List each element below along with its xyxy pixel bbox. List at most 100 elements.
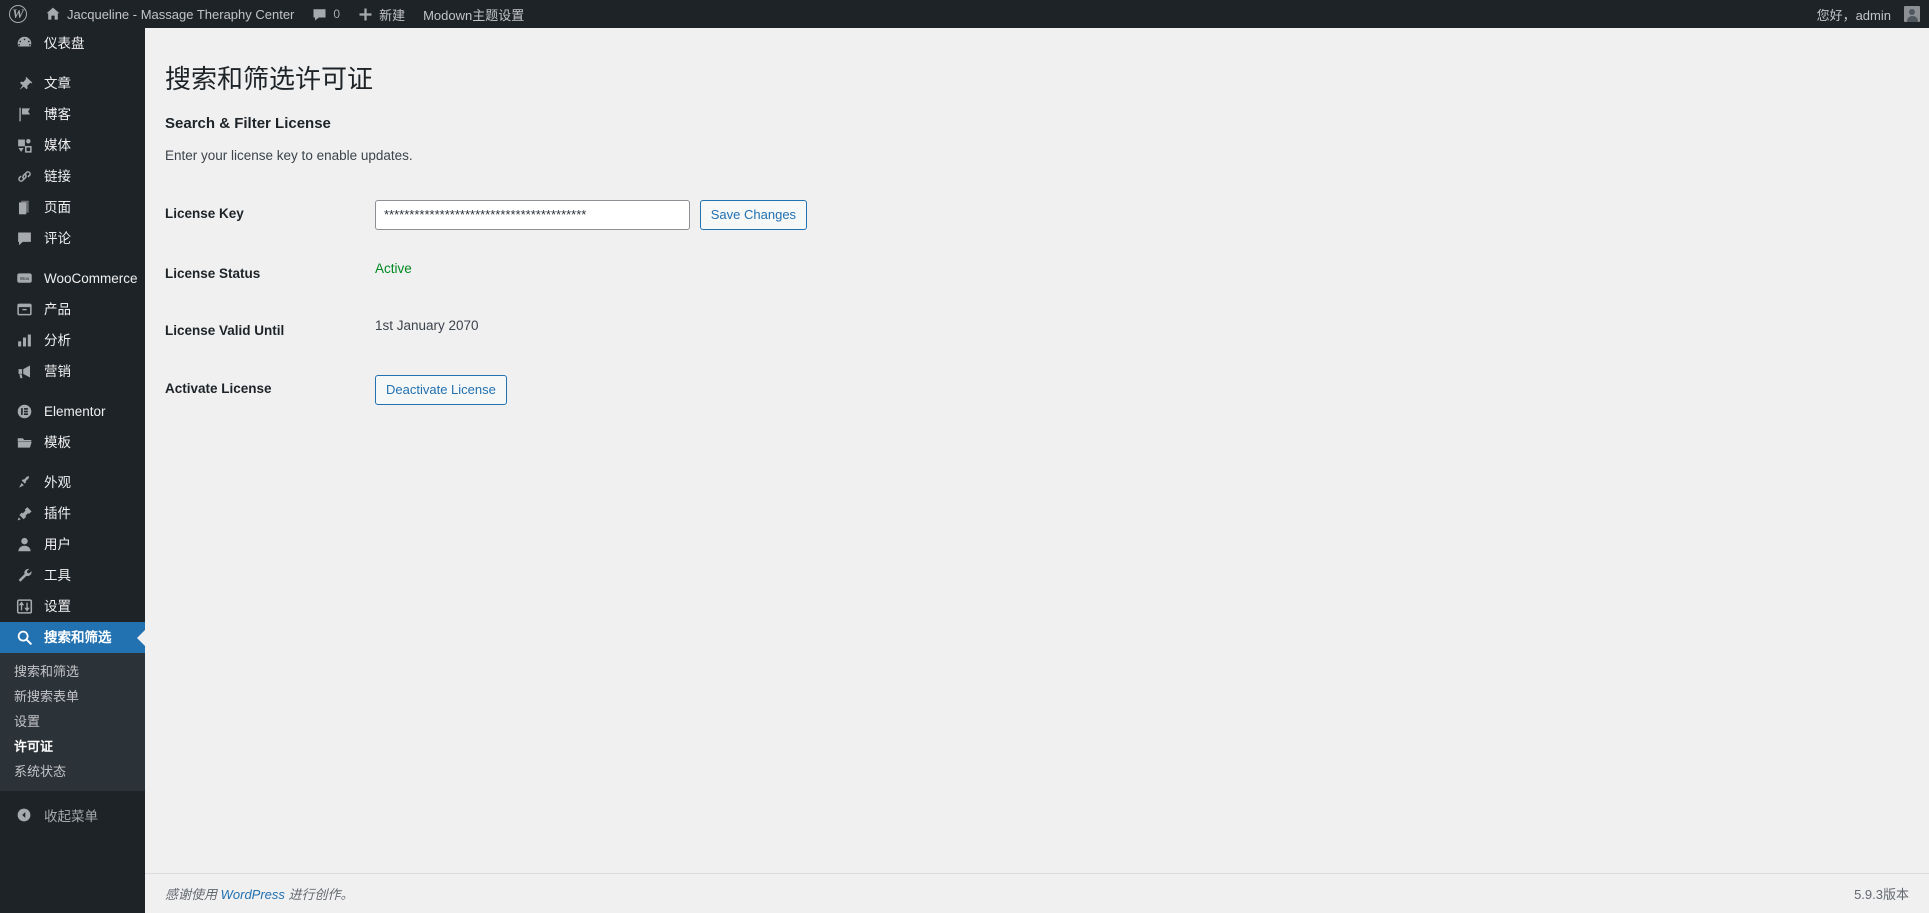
- comments-menu[interactable]: 0: [303, 0, 349, 28]
- my-account-menu[interactable]: 您好，admin: [1808, 0, 1929, 28]
- elementor-icon: [14, 403, 34, 420]
- sidebar-item-plugins[interactable]: 插件: [0, 498, 145, 529]
- search-and-filter-submenu: 搜索和筛选 新搜索表单 设置 许可证 系统状态: [0, 653, 145, 792]
- sidebar-item-label: 文章: [44, 75, 71, 91]
- table-row-license-key: License Key Save Changes: [165, 185, 1365, 245]
- sidebar-item-label: 工具: [44, 567, 71, 583]
- comments-count: 0: [333, 7, 341, 21]
- analytics-icon: [14, 332, 34, 349]
- submenu-item-settings[interactable]: 设置: [0, 710, 145, 735]
- sidebar-item-settings[interactable]: 设置: [0, 591, 145, 622]
- admin-sidebar: 仪表盘 文章 博客 媒体 链接 页面 评论 Woo WooCommerce 产品…: [0, 28, 145, 913]
- collapse-menu-label: 收起菜单: [44, 808, 98, 824]
- menu-separator: [0, 387, 145, 396]
- dashboard-icon: [14, 35, 34, 52]
- users-icon: [14, 536, 34, 553]
- sidebar-item-posts[interactable]: 文章: [0, 68, 145, 99]
- site-name-label: Jacqueline - Massage Theraphy Center: [67, 6, 295, 22]
- sidebar-item-marketing[interactable]: 营销: [0, 356, 145, 387]
- new-content-label: 新建: [379, 7, 406, 23]
- sidebar-item-label: 搜索和筛选: [44, 629, 112, 645]
- sidebar-item-users[interactable]: 用户: [0, 529, 145, 560]
- submenu-item-system-status[interactable]: 系统状态: [0, 760, 145, 785]
- sidebar-item-links[interactable]: 链接: [0, 161, 145, 192]
- svg-text:Woo: Woo: [19, 276, 29, 281]
- sidebar-item-label: WooCommerce: [44, 270, 138, 286]
- site-name-menu[interactable]: Jacqueline - Massage Theraphy Center: [36, 0, 303, 28]
- submenu-item-license[interactable]: 许可证: [0, 735, 145, 760]
- sidebar-item-comments[interactable]: 评论: [0, 223, 145, 254]
- footer-thanks-suffix: 进行创作。: [284, 887, 354, 902]
- sidebar-item-label: 产品: [44, 301, 71, 317]
- sidebar-item-woocommerce[interactable]: Woo WooCommerce: [0, 263, 145, 294]
- sidebar-item-search-and-filter[interactable]: 搜索和筛选: [0, 622, 145, 653]
- footer-thanks-prefix: 感谢使用: [165, 887, 221, 902]
- sidebar-item-label: 页面: [44, 199, 71, 215]
- avatar: [1904, 6, 1920, 22]
- sidebar-item-dashboard[interactable]: 仪表盘: [0, 28, 145, 59]
- sidebar-item-label: 模板: [44, 434, 71, 450]
- wp-logo-menu[interactable]: W: [0, 0, 36, 28]
- sidebar-item-products[interactable]: 产品: [0, 294, 145, 325]
- sidebar-item-label: 用户: [44, 536, 71, 552]
- pin-icon: [14, 75, 34, 92]
- deactivate-license-button[interactable]: Deactivate License: [375, 374, 507, 405]
- modown-theme-settings-label: Modown主题设置: [423, 7, 525, 23]
- modown-theme-settings-menu[interactable]: Modown主题设置: [414, 0, 533, 28]
- sidebar-item-media[interactable]: 媒体: [0, 130, 145, 161]
- footer-version: 5.9.3版本: [1854, 887, 1909, 902]
- page-title: 搜索和筛选许可证: [165, 64, 374, 94]
- table-row-license-valid-until: License Valid Until 1st January 2070: [165, 302, 1365, 360]
- license-valid-until-cell: 1st January 2070: [365, 302, 1365, 360]
- license-status-label: License Status: [165, 265, 261, 281]
- license-key-input[interactable]: [375, 199, 690, 230]
- wordpress-logo-icon: W: [9, 5, 27, 23]
- menu-separator: [0, 59, 145, 68]
- license-form-table: License Key Save Changes License Status …: [165, 185, 1365, 420]
- plus-icon: [358, 7, 373, 22]
- sidebar-item-label: 插件: [44, 505, 71, 521]
- sidebar-item-appearance[interactable]: 外观: [0, 467, 145, 498]
- submenu-list: 搜索和筛选 新搜索表单 设置 许可证 系统状态: [0, 653, 145, 792]
- license-status-cell: Active: [365, 245, 1365, 303]
- sidebar-item-blog[interactable]: 博客: [0, 99, 145, 130]
- sidebar-item-label: 链接: [44, 168, 71, 184]
- tools-icon: [14, 567, 34, 584]
- sidebar-item-tools[interactable]: 工具: [0, 560, 145, 591]
- submenu-item-search-and-filter[interactable]: 搜索和筛选: [0, 660, 145, 685]
- product-icon: [14, 301, 34, 318]
- sidebar-item-label: Elementor: [44, 403, 106, 419]
- sidebar-item-label: 媒体: [44, 137, 71, 153]
- sidebar-item-label: 设置: [44, 598, 71, 614]
- admin-menu-list: 仪表盘 文章 博客 媒体 链接 页面 评论 Woo WooCommerce 产品…: [0, 28, 145, 830]
- media-icon: [14, 137, 34, 154]
- sidebar-item-label: 外观: [44, 474, 71, 490]
- sidebar-item-label: 仪表盘: [44, 35, 85, 51]
- content-area: 搜索和筛选许可证 Search & Filter License Enter y…: [145, 28, 1929, 913]
- search-icon: [14, 629, 34, 646]
- menu-separator: [0, 254, 145, 263]
- home-icon: [45, 6, 61, 22]
- wordpress-link[interactable]: WordPress: [221, 887, 285, 902]
- activate-license-label: Activate License: [165, 380, 272, 396]
- marketing-icon: [14, 363, 34, 380]
- page-icon: [14, 199, 34, 216]
- footer-thanks: 感谢使用 WordPress 进行创作。: [165, 884, 354, 903]
- new-content-menu[interactable]: 新建: [349, 0, 414, 28]
- save-changes-button[interactable]: Save Changes: [699, 199, 808, 230]
- collapse-menu-button[interactable]: 收起菜单: [0, 799, 145, 830]
- sidebar-item-analytics[interactable]: 分析: [0, 325, 145, 356]
- folder-icon: [14, 434, 34, 451]
- sidebar-item-label: 营销: [44, 363, 71, 379]
- sidebar-item-elementor[interactable]: Elementor: [0, 396, 145, 427]
- admin-bar: W Jacqueline - Massage Theraphy Center 0…: [0, 0, 1929, 28]
- howdy-label: 您好，admin: [1816, 7, 1891, 23]
- license-key-label: License Key: [165, 205, 244, 221]
- settings-icon: [14, 598, 34, 615]
- license-valid-until-label: License Valid Until: [165, 323, 285, 339]
- submenu-item-new-search-form[interactable]: 新搜索表单: [0, 685, 145, 710]
- sidebar-item-pages[interactable]: 页面: [0, 192, 145, 223]
- sidebar-item-templates[interactable]: 模板: [0, 427, 145, 458]
- section-title: Search & Filter License: [165, 114, 331, 132]
- body-content: 搜索和筛选许可证 Search & Filter License Enter y…: [145, 28, 1929, 420]
